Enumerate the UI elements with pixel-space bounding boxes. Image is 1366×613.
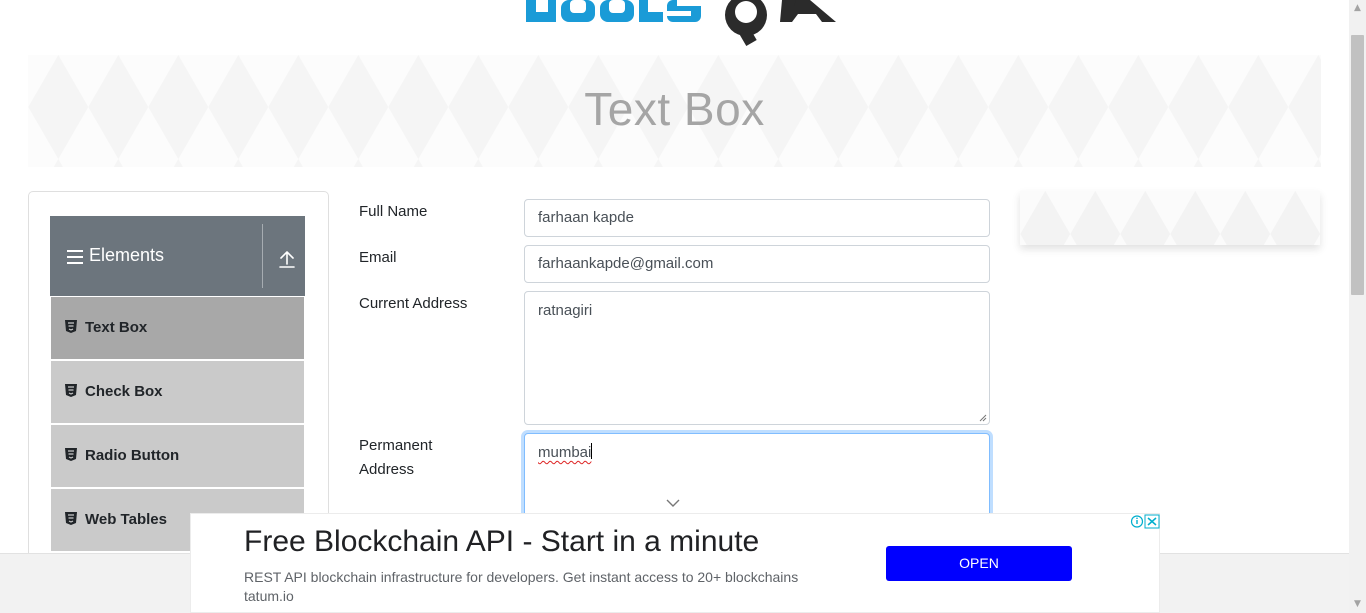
hamburger-icon: [67, 250, 83, 264]
toolsqa-logo[interactable]: [524, 0, 844, 48]
permanent-address-label-line2: Address: [359, 461, 415, 478]
sidebar-item-label: Text Box: [85, 319, 148, 336]
bottom-ad[interactable]: Free Blockchain API - Start in a minute …: [190, 513, 1160, 613]
scroll-thumb[interactable]: [1351, 35, 1364, 295]
ad-open-button[interactable]: OPEN: [886, 546, 1072, 581]
ad-choices-icon[interactable]: [1129, 514, 1161, 529]
sidebar-item-radio-button[interactable]: Radio Button: [51, 425, 304, 487]
permanent-address-value: mumbai: [538, 444, 592, 461]
email-label: Email: [359, 249, 397, 266]
html5-icon: [65, 512, 77, 525]
scroll-down-icon[interactable]: ▼: [1349, 596, 1366, 613]
html5-icon: [65, 384, 77, 397]
current-address-textarea[interactable]: ratnagiri: [524, 291, 990, 425]
sidebar-item-label: Check Box: [85, 383, 163, 400]
resize-grip-icon[interactable]: [979, 414, 987, 422]
current-address-label: Current Address: [359, 295, 468, 312]
sidebar-item-label: Radio Button: [85, 447, 180, 464]
ad-headline[interactable]: Free Blockchain API - Start in a minute: [244, 525, 759, 559]
full-name-input[interactable]: farhaan kapde: [524, 199, 990, 237]
scroll-up-icon[interactable]: ▲: [1349, 0, 1366, 17]
sidebar-group-elements[interactable]: Elements: [50, 216, 305, 296]
vertical-scrollbar[interactable]: ▲ ▼: [1349, 0, 1366, 613]
sidebar-group-title: Elements: [89, 245, 165, 265]
sidebar-item-label: Web Tables: [85, 511, 167, 528]
current-address-value: ratnagiri: [538, 302, 593, 319]
side-ad-placeholder: [1020, 191, 1320, 245]
email-value: farhaankapde@gmail.com: [538, 255, 714, 272]
html5-icon: [65, 320, 77, 333]
html5-icon: [65, 448, 77, 461]
permanent-address-label-line1: Permanent: [359, 437, 433, 454]
page-title: Text Box: [584, 83, 765, 135]
email-input[interactable]: farhaankapde@gmail.com: [524, 245, 990, 283]
page-banner: Text Box: [28, 55, 1321, 167]
sidebar-item-text-box[interactable]: Text Box: [51, 297, 304, 359]
ad-body[interactable]: REST API blockchain infrastructure for d…: [244, 568, 824, 606]
full-name-value: farhaan kapde: [538, 209, 634, 226]
page: Text Box Elements Text Box Check Box Rad…: [0, 0, 1366, 613]
text-caret: [591, 443, 593, 459]
sidebar-item-check-box[interactable]: Check Box: [51, 361, 304, 423]
collapse-icon[interactable]: [278, 249, 296, 269]
full-name-label: Full Name: [359, 203, 428, 220]
header-divider: [262, 224, 263, 288]
chevron-down-icon[interactable]: [666, 498, 680, 508]
permanent-address-label: Permanent Address: [359, 434, 432, 482]
